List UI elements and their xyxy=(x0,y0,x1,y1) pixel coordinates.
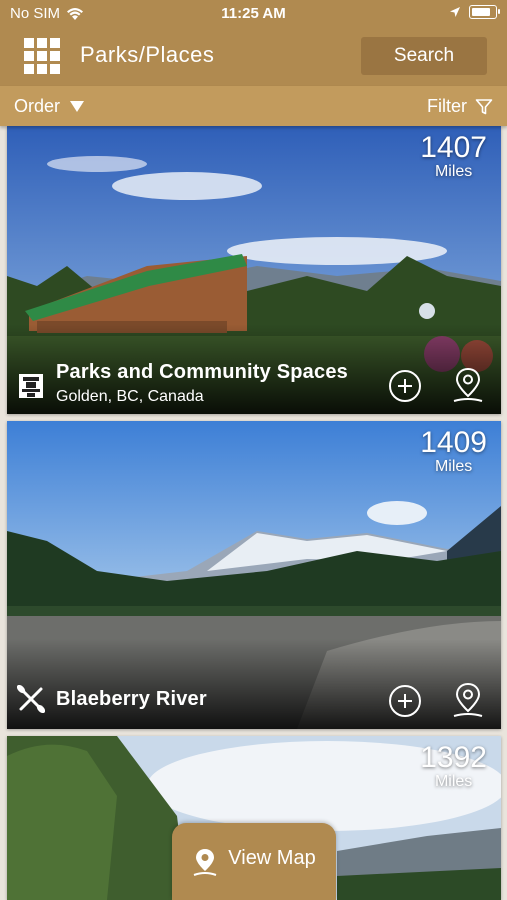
filter-label: Filter xyxy=(427,96,467,116)
order-dropdown[interactable]: Order xyxy=(14,96,85,117)
place-card[interactable]: 1409 Miles Blaeberry River xyxy=(7,421,501,729)
order-label: Order xyxy=(14,96,61,116)
distance-badge: 1407 Miles xyxy=(420,132,487,180)
distance-value: 1392 xyxy=(420,741,487,774)
battery-icon xyxy=(469,5,500,19)
location-arrow-icon xyxy=(450,7,460,17)
distance-unit: Miles xyxy=(434,773,473,790)
search-button[interactable]: Search xyxy=(361,37,487,75)
filter-button[interactable]: Filter xyxy=(427,96,493,117)
filter-bar: Order Filter xyxy=(0,86,507,126)
place-name: Blaeberry River xyxy=(56,688,207,710)
distance-unit: Miles xyxy=(434,163,473,180)
map-pin-icon[interactable] xyxy=(451,366,485,404)
clock: 11:25 AM xyxy=(221,5,286,22)
place-card[interactable]: 1407 Miles Parks and Community Spaces Go… xyxy=(7,126,501,414)
view-map-label: View Map xyxy=(228,847,316,869)
map-pin-icon xyxy=(193,849,217,876)
add-icon[interactable] xyxy=(389,370,421,402)
distance-badge: 1409 Miles xyxy=(420,427,487,475)
kayak-icon xyxy=(17,685,45,713)
distance-value: 1407 xyxy=(420,131,487,164)
place-location: Golden, BC, Canada xyxy=(56,388,204,405)
view-map-button[interactable]: View Map xyxy=(172,823,336,900)
distance-badge: 1392 Miles xyxy=(420,742,487,790)
add-icon[interactable] xyxy=(389,685,421,717)
app-header: Parks/Places Search xyxy=(0,28,507,86)
place-name: Parks and Community Spaces xyxy=(56,361,348,383)
card-overlay xyxy=(7,639,501,729)
funnel-icon xyxy=(475,98,493,114)
status-bar: No SIM 11:25 AM xyxy=(0,0,507,28)
grid-menu-icon[interactable] xyxy=(24,38,60,74)
distance-unit: Miles xyxy=(434,458,473,475)
map-pin-icon[interactable] xyxy=(451,681,485,719)
page-title: Parks/Places xyxy=(80,42,215,67)
totem-icon xyxy=(19,374,43,398)
triangle-down-icon xyxy=(70,101,85,112)
distance-value: 1409 xyxy=(420,426,487,459)
